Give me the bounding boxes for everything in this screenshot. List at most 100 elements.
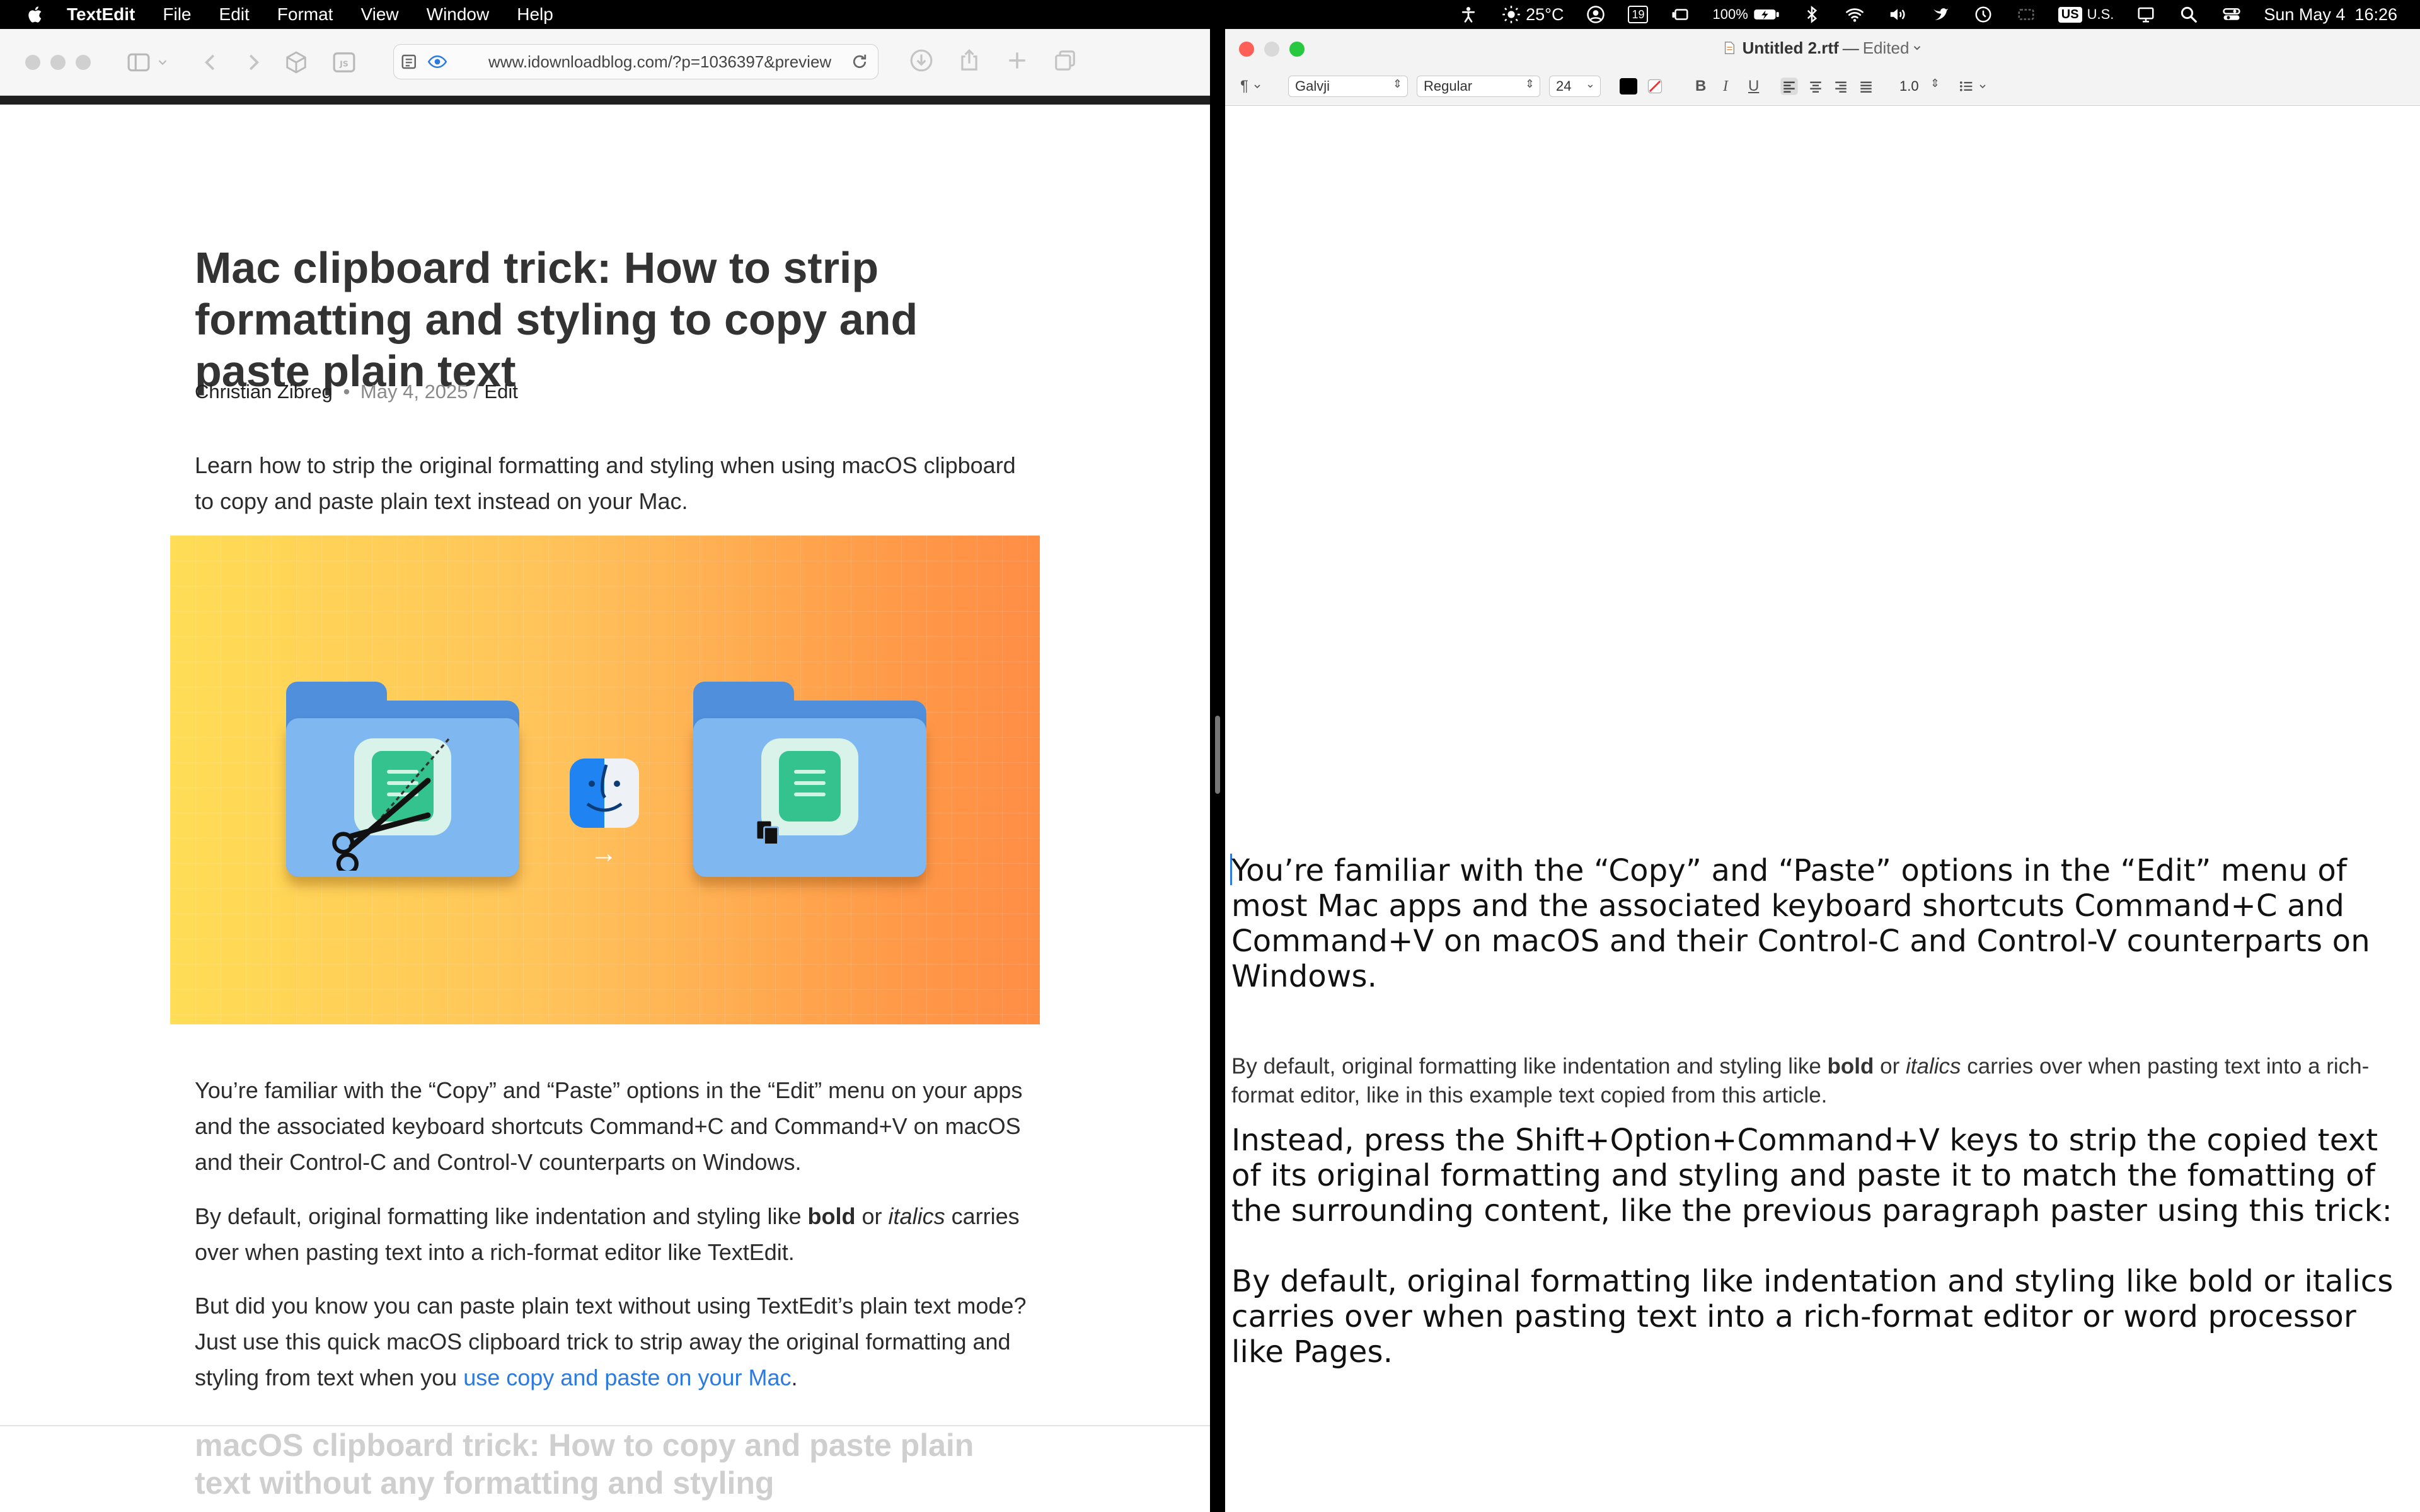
zoom-button[interactable] (76, 54, 91, 70)
clock-datetime[interactable]: Sun May 4 16:26 (2264, 5, 2397, 25)
minimize-button[interactable] (1264, 42, 1279, 57)
background-color-button[interactable] (1646, 76, 1664, 97)
privacy-eye-icon[interactable] (427, 52, 448, 71)
address-bar-icons (400, 52, 456, 71)
sun-icon (1502, 6, 1520, 23)
bold-word: bold (1827, 1054, 1874, 1079)
folder-cut-icon (286, 682, 519, 877)
window-controls (1239, 42, 1315, 57)
window-title[interactable]: Untitled 2.rtf — Edited (1225, 29, 2420, 67)
bluetooth-icon[interactable] (1801, 5, 1823, 24)
control-center-icon[interactable] (2221, 5, 2242, 24)
doc-paragraph-3: Instead, press the Shift+Option+Command+… (1231, 1123, 2392, 1228)
extension-cube-icon[interactable] (284, 50, 309, 75)
chevron-down-icon (1979, 84, 1986, 89)
close-button[interactable] (25, 54, 40, 70)
article-paragraph-3: But did you know you can paste plain tex… (195, 1293, 1027, 1390)
line-spacing-select[interactable]: 1.0 ⇕ (1893, 76, 1945, 97)
split-view-divider[interactable] (1210, 29, 1225, 1512)
reload-icon[interactable] (850, 52, 869, 76)
zoom-button[interactable] (1289, 42, 1305, 57)
underline-button[interactable]: U (1748, 76, 1759, 97)
rtf-document-icon (1724, 42, 1734, 54)
align-left-button[interactable] (1780, 76, 1799, 97)
stage-manager-icon[interactable] (1669, 5, 1691, 24)
menu-file[interactable]: File (163, 4, 191, 25)
document-editor[interactable]: You’re familiar with the “Copy” and “Pas… (1225, 106, 2420, 1512)
menu-window[interactable]: Window (427, 4, 490, 25)
text-color-swatch[interactable] (1620, 78, 1637, 94)
window-controls (25, 54, 101, 70)
chevron-down-icon[interactable] (155, 50, 170, 75)
calendar-icon[interactable]: 19 (1628, 6, 1649, 23)
font-size-value: 24 (1556, 78, 1572, 94)
bullet-list-icon (1959, 81, 1973, 91)
share-icon[interactable] (957, 48, 982, 73)
textedit-window: Untitled 2.rtf — Edited ¶ Galvji ⇕ Regul (1225, 29, 2420, 1512)
align-center-button[interactable] (1806, 76, 1825, 97)
screen-recording-icon[interactable] (2015, 5, 2037, 24)
reader-mode-icon[interactable] (400, 52, 419, 71)
hero-image: → (170, 536, 1040, 1024)
user-account-icon[interactable] (1585, 5, 1606, 24)
italic-button[interactable]: I (1723, 76, 1728, 97)
article-title: Mac clipboard trick: How to strip format… (195, 243, 918, 396)
battery-icon (1754, 9, 1779, 20)
minimize-button[interactable] (50, 54, 66, 70)
input-source-badge: US (2058, 6, 2082, 23)
display-mirroring-icon[interactable] (2135, 5, 2157, 24)
spotlight-search-icon[interactable] (2178, 5, 2199, 24)
battery-percent: 100% (1712, 6, 1748, 22)
input-source[interactable]: US U.S. (2058, 6, 2114, 23)
weather-status[interactable]: 25°C (1501, 5, 1564, 25)
menu-edit[interactable]: Edit (219, 4, 250, 25)
wifi-icon[interactable] (1844, 5, 1865, 24)
forward-icon[interactable] (241, 50, 266, 75)
javascript-extension-icon[interactable]: JS (331, 50, 357, 75)
chevron-down-icon[interactable] (1911, 42, 1923, 54)
arrow-right-icon: → (590, 838, 618, 869)
new-tab-plus-icon[interactable] (1005, 48, 1030, 73)
close-button[interactable] (1239, 42, 1254, 57)
italic-word: italics (1905, 1054, 1961, 1079)
article-author[interactable]: Christian Zibreg (195, 381, 333, 403)
back-icon[interactable] (198, 50, 223, 75)
align-left-icon (1780, 77, 1798, 95)
sidebar-toggle-icon[interactable] (126, 50, 151, 75)
bold-button[interactable]: B (1695, 76, 1706, 97)
address-bar[interactable]: www.idownloadblog.com/?p=1036397&preview (393, 44, 879, 79)
accessibility-icon[interactable] (1458, 5, 1479, 24)
doc-paragraph-4: By default, original formatting like ind… (1231, 1264, 2394, 1370)
menu-app-name[interactable]: TextEdit (67, 4, 135, 25)
menu-help[interactable]: Help (517, 4, 553, 25)
font-family-select[interactable]: Galvji ⇕ (1288, 76, 1408, 97)
calendar-day: 19 (1628, 6, 1649, 23)
bird-app-icon[interactable] (1930, 5, 1951, 24)
apple-menu-icon[interactable] (25, 4, 47, 25)
document-icon (779, 751, 841, 822)
font-style-select[interactable]: Regular ⇕ (1417, 76, 1540, 97)
edit-separator: / (473, 381, 479, 403)
paste-clipboard-icon (757, 821, 779, 845)
downloads-icon[interactable] (909, 48, 934, 73)
bold-word: bold (807, 1203, 856, 1229)
align-right-button[interactable] (1831, 76, 1850, 97)
scissors-icon (332, 738, 450, 871)
split-view-handle[interactable] (1215, 716, 1220, 794)
svg-text:JS: JS (339, 59, 349, 68)
justify-button[interactable] (1857, 76, 1876, 97)
article-date: May 4, 2025 (360, 381, 468, 403)
font-style-value: Regular (1424, 78, 1473, 94)
battery-status[interactable]: 100% (1712, 5, 1779, 24)
edit-link[interactable]: Edit (484, 381, 517, 403)
volume-icon[interactable] (1887, 5, 1908, 24)
menu-view[interactable]: View (360, 4, 398, 25)
menu-format[interactable]: Format (277, 4, 333, 25)
tab-overview-icon[interactable] (1052, 48, 1078, 73)
article-page[interactable]: Mac clipboard trick: How to strip format… (0, 105, 1210, 1512)
time-machine-icon[interactable] (1973, 5, 1994, 24)
paragraph-style-button[interactable]: ¶ (1240, 76, 1262, 97)
list-style-button[interactable] (1957, 76, 1988, 97)
copy-paste-link[interactable]: use copy and paste on your Mac (463, 1365, 791, 1390)
font-size-field[interactable]: 24 ⌄ (1549, 76, 1601, 97)
